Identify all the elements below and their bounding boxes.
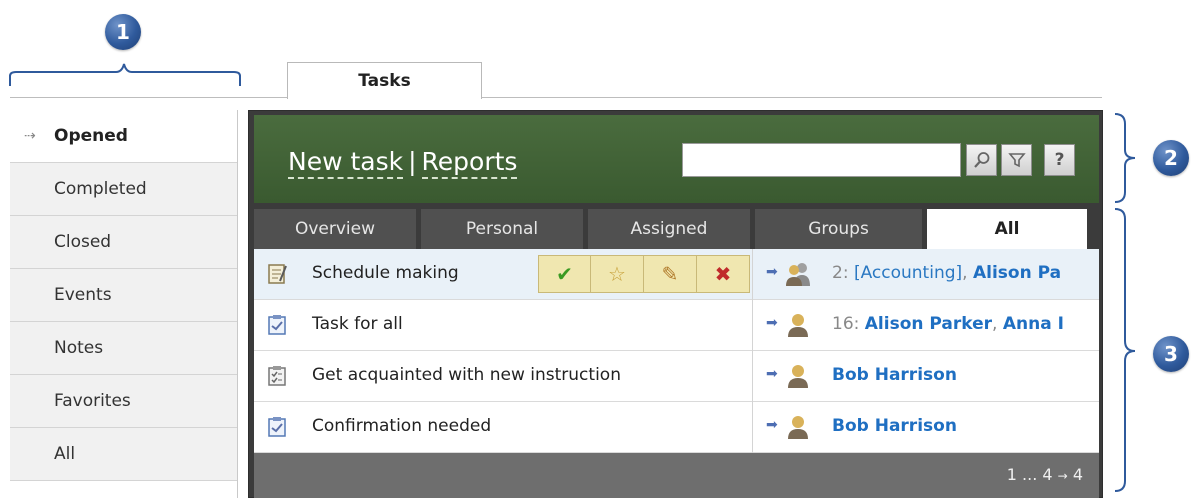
sidebar-item-events[interactable]: Events	[10, 269, 237, 322]
arrow-right-icon: ➡	[766, 366, 778, 382]
sidebar-item-label: All	[54, 444, 76, 464]
tab-tasks[interactable]: Tasks	[287, 62, 482, 99]
responsible: 16: Alison Parker, Anna I	[832, 314, 1064, 334]
user-link[interactable]: Alison Parker	[865, 314, 992, 334]
sidebar-item-label: Closed	[54, 232, 112, 252]
page-first[interactable]: 1	[1007, 465, 1017, 484]
task-title[interactable]: Get acquainted with new instruction	[312, 365, 621, 385]
user-link[interactable]: Anna I	[1003, 314, 1064, 334]
edit-button[interactable]: ✎	[644, 255, 697, 293]
search-button[interactable]	[966, 144, 997, 176]
header-bracket	[1114, 113, 1136, 203]
user-icon	[788, 416, 808, 439]
delete-button[interactable]: ✖	[697, 255, 750, 293]
callout-2: 2	[1153, 140, 1189, 176]
arrow-right-icon: ⇢	[24, 128, 36, 144]
pagination: 1 ... 4 → 4	[1007, 465, 1083, 484]
edit-icon: ✎	[661, 262, 679, 286]
sidebar-item-closed[interactable]: Closed	[10, 216, 237, 269]
callout-3: 3	[1153, 336, 1189, 372]
list-bracket	[1114, 208, 1136, 492]
sidebar-item-opened[interactable]: ⇢ Opened	[10, 110, 237, 163]
tab-personal[interactable]: Personal	[421, 209, 583, 249]
page-last[interactable]: 4	[1042, 465, 1052, 484]
sidebar-item-completed[interactable]: Completed	[10, 163, 237, 216]
sidebar-item-notes[interactable]: Notes	[10, 322, 237, 375]
page-next[interactable]: 4	[1073, 465, 1083, 484]
tasks-panel: New task | Reports ? Overview Personal Ass…	[248, 110, 1103, 498]
table-row[interactable]: Confirmation needed ➡ Bob Harrison	[254, 402, 1099, 453]
sidebar-item-label: Completed	[54, 179, 147, 199]
complete-icon: ✔	[556, 262, 573, 286]
page-ellipsis: ...	[1022, 465, 1038, 484]
group-link[interactable]: [Accounting]	[854, 263, 962, 283]
tab-overview[interactable]: Overview	[254, 209, 416, 249]
link-separator: |	[408, 147, 417, 176]
column-divider	[752, 300, 753, 351]
tab-groups[interactable]: Groups	[755, 209, 922, 249]
complete-button[interactable]: ✔	[538, 255, 591, 293]
task-title[interactable]: Schedule making	[312, 263, 459, 283]
responsible: 2: [Accounting], Alison Pa	[832, 263, 1062, 283]
sidebar-item-all[interactable]: All	[10, 428, 237, 481]
user-icon	[788, 314, 808, 337]
panel-header: New task | Reports ?	[254, 115, 1099, 203]
reports-link[interactable]: Reports	[421, 147, 518, 179]
table-row[interactable]: Schedule making ✔ ☆ ✎ ✖ ➡ 2: [Accounting…	[254, 249, 1099, 300]
arrow-right-icon: ➡	[766, 264, 778, 280]
list-footer: 1 ... 4 → 4	[254, 453, 1099, 498]
column-divider	[752, 249, 753, 300]
column-divider	[752, 351, 753, 402]
table-row[interactable]: Get acquainted with new instruction ➡ Bo…	[254, 351, 1099, 402]
task-check-icon	[268, 315, 286, 335]
arrow-right-icon: ➡	[766, 315, 778, 331]
task-check-icon	[268, 417, 286, 437]
user-link[interactable]: Alison Pa	[973, 263, 1061, 283]
favorite-button[interactable]: ☆	[591, 255, 644, 293]
sidebar: ⇢ Opened Completed Closed Events Notes F…	[10, 110, 238, 498]
sidebar-item-label: Opened	[54, 126, 128, 146]
header-links: New task | Reports	[288, 147, 518, 179]
help-icon: ?	[1054, 150, 1065, 170]
row-actions: ✔ ☆ ✎ ✖	[538, 255, 750, 293]
sidebar-item-label: Favorites	[54, 391, 131, 411]
table-row[interactable]: Task for all ➡ 16: Alison Parker, Anna I	[254, 300, 1099, 351]
task-title[interactable]: Task for all	[312, 314, 403, 334]
user-link[interactable]: Bob Harrison	[832, 365, 957, 385]
task-list-icon	[268, 366, 286, 386]
delete-icon: ✖	[714, 262, 732, 286]
task-group-icon	[268, 264, 287, 284]
star-icon: ☆	[608, 262, 626, 286]
filter-icon	[1007, 153, 1026, 168]
top-divider	[10, 97, 1102, 98]
user-link[interactable]: Bob Harrison	[832, 416, 957, 436]
users-group-icon	[786, 263, 810, 286]
sidebar-item-favorites[interactable]: Favorites	[10, 375, 237, 428]
arrow-right-icon: ➡	[766, 417, 778, 433]
search-input[interactable]	[682, 143, 961, 177]
task-list: Schedule making ✔ ☆ ✎ ✖ ➡ 2: [Accounting…	[254, 249, 1099, 453]
help-button[interactable]: ?	[1044, 144, 1075, 176]
responsible: Bob Harrison	[832, 365, 1099, 385]
callout-1: 1	[105, 14, 141, 50]
search-icon	[973, 152, 989, 168]
tab-assigned[interactable]: Assigned	[588, 209, 750, 249]
responsible: Bob Harrison	[832, 416, 1099, 436]
sidebar-item-label: Events	[54, 285, 112, 305]
task-title[interactable]: Confirmation needed	[312, 416, 491, 436]
sidebar-bracket	[9, 63, 241, 86]
tab-all[interactable]: All	[927, 209, 1087, 249]
subtabs: Overview Personal Assigned Groups All	[254, 209, 1099, 249]
user-icon	[788, 365, 808, 388]
filter-button[interactable]	[1001, 144, 1032, 176]
new-task-link[interactable]: New task	[288, 147, 404, 179]
column-divider	[752, 402, 753, 453]
next-arrow-icon[interactable]: →	[1058, 469, 1068, 483]
sidebar-item-label: Notes	[54, 338, 104, 358]
